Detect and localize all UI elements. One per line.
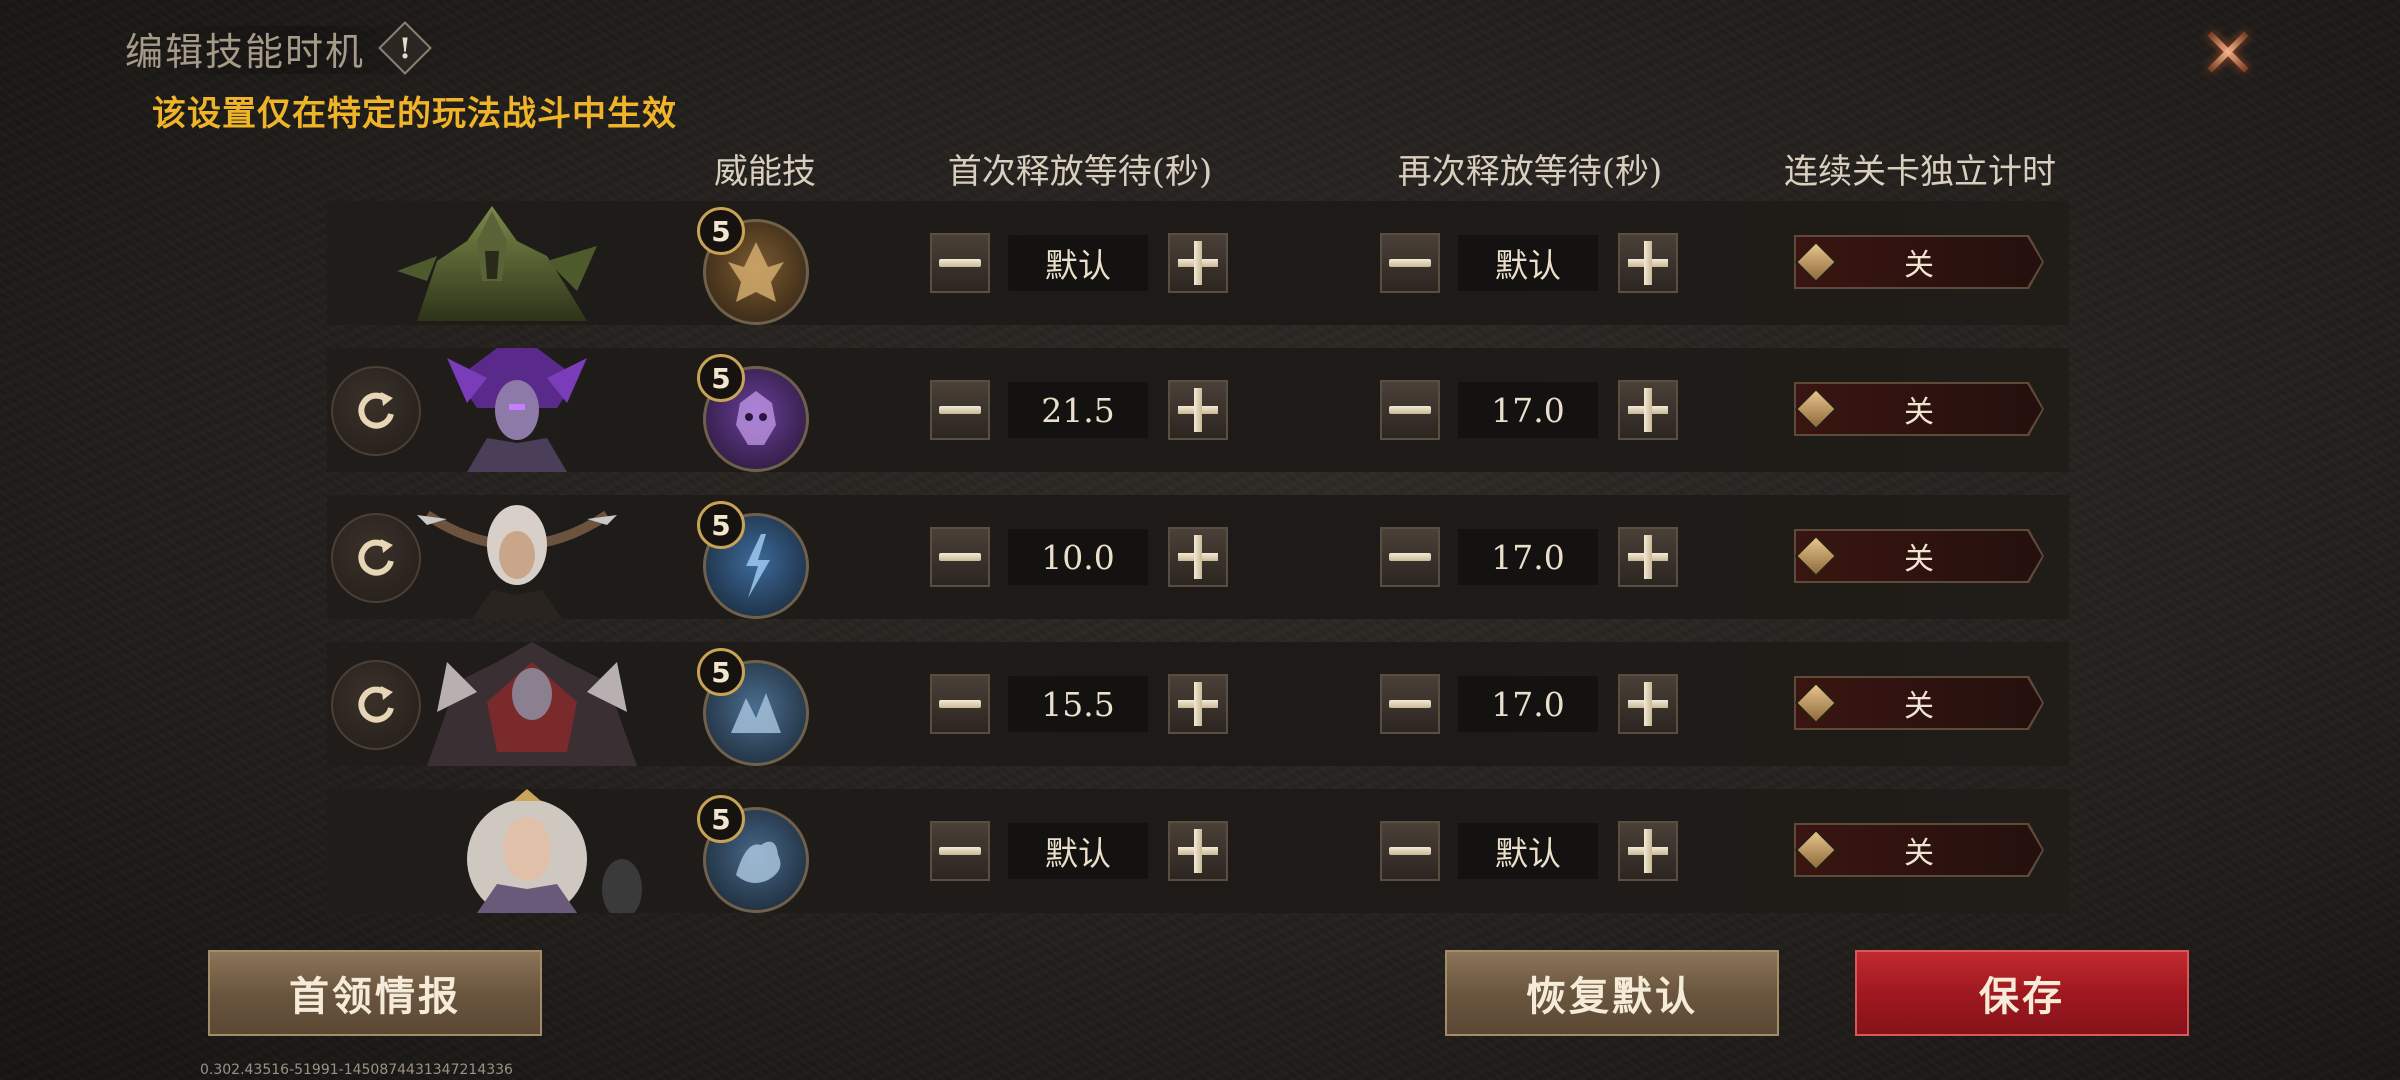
repeat-wait-plus-button[interactable] xyxy=(1618,233,1678,293)
repeat-wait-minus-button[interactable] xyxy=(1380,674,1440,734)
hero-row: 5 默认 默认 关 xyxy=(327,789,2069,913)
close-icon[interactable] xyxy=(2196,20,2260,84)
repeat-wait-plus-button[interactable] xyxy=(1618,821,1678,881)
first-wait-minus-button[interactable] xyxy=(930,674,990,734)
hero-row: 5 10.0 17.0 关 xyxy=(327,495,2069,619)
skill-level-badge: 5 xyxy=(697,648,745,696)
first-wait-value: 默认 xyxy=(1008,235,1148,291)
first-wait-plus-button[interactable] xyxy=(1168,821,1228,881)
repeat-wait-minus-button[interactable] xyxy=(1380,233,1440,293)
column-header-independent-timer: 连续关卡独立计时 xyxy=(1784,152,2056,192)
repeat-wait-value: 默认 xyxy=(1458,823,1598,879)
skill-level-badge: 5 xyxy=(697,501,745,549)
restore-default-button[interactable]: 恢复默认 xyxy=(1445,950,1779,1036)
first-wait-minus-button[interactable] xyxy=(930,527,990,587)
first-wait-value: 21.5 xyxy=(1008,382,1148,438)
reset-icon[interactable] xyxy=(331,513,421,603)
column-header-skill: 威能技 xyxy=(714,152,816,192)
page-title: 编辑技能时机 xyxy=(125,29,366,74)
help-glyph: ! xyxy=(398,31,412,65)
skill-level-badge: 5 xyxy=(697,207,745,255)
repeat-wait-value: 17.0 xyxy=(1458,529,1598,585)
hero-portrait xyxy=(417,789,647,913)
first-wait-plus-button[interactable] xyxy=(1168,380,1228,440)
first-wait-minus-button[interactable] xyxy=(930,233,990,293)
repeat-wait-minus-button[interactable] xyxy=(1380,821,1440,881)
boss-info-label: 首领情报 xyxy=(289,973,461,1020)
repeat-wait-plus-button[interactable] xyxy=(1618,380,1678,440)
restore-default-label: 恢复默认 xyxy=(1526,973,1698,1020)
hero-portrait xyxy=(417,495,617,619)
repeat-wait-minus-button[interactable] xyxy=(1380,527,1440,587)
first-wait-value: 15.5 xyxy=(1008,676,1148,732)
subtitle-notice: 该设置仅在特定的玩法战斗中生效 xyxy=(152,94,677,134)
repeat-wait-value: 17.0 xyxy=(1458,382,1598,438)
column-header-repeat-wait: 再次释放等待(秒) xyxy=(1397,152,1663,192)
skill-level-badge: 5 xyxy=(697,795,745,843)
column-header-first-wait: 首次释放等待(秒) xyxy=(947,152,1213,192)
first-wait-value: 默认 xyxy=(1008,823,1148,879)
repeat-wait-plus-button[interactable] xyxy=(1618,527,1678,587)
first-wait-plus-button[interactable] xyxy=(1168,527,1228,587)
hero-portrait xyxy=(417,642,647,766)
repeat-wait-plus-button[interactable] xyxy=(1618,674,1678,734)
first-wait-plus-button[interactable] xyxy=(1168,233,1228,293)
hero-row: 5 15.5 17.0 关 xyxy=(327,642,2069,766)
first-wait-plus-button[interactable] xyxy=(1168,674,1228,734)
save-button[interactable]: 保存 xyxy=(1855,950,2189,1036)
repeat-wait-minus-button[interactable] xyxy=(1380,380,1440,440)
help-icon[interactable]: ! xyxy=(383,26,427,70)
first-wait-value: 10.0 xyxy=(1008,529,1148,585)
hero-row: 5 21.5 17.0 关 xyxy=(327,348,2069,472)
save-label: 保存 xyxy=(1979,973,2065,1020)
repeat-wait-value: 默认 xyxy=(1458,235,1598,291)
hero-portrait xyxy=(437,348,597,472)
version-string: 0.302.43516-51991-1450874431347214336 xyxy=(200,1062,513,1078)
reset-icon[interactable] xyxy=(331,660,421,750)
first-wait-minus-button[interactable] xyxy=(930,821,990,881)
panel-header: 编辑技能时机 ! xyxy=(125,20,427,76)
reset-icon[interactable] xyxy=(331,366,421,456)
hero-portrait xyxy=(397,201,597,325)
hero-row: 5 默认 默认 关 xyxy=(327,201,2069,325)
boss-info-button[interactable]: 首领情报 xyxy=(208,950,542,1036)
skill-level-badge: 5 xyxy=(697,354,745,402)
repeat-wait-value: 17.0 xyxy=(1458,676,1598,732)
first-wait-minus-button[interactable] xyxy=(930,380,990,440)
